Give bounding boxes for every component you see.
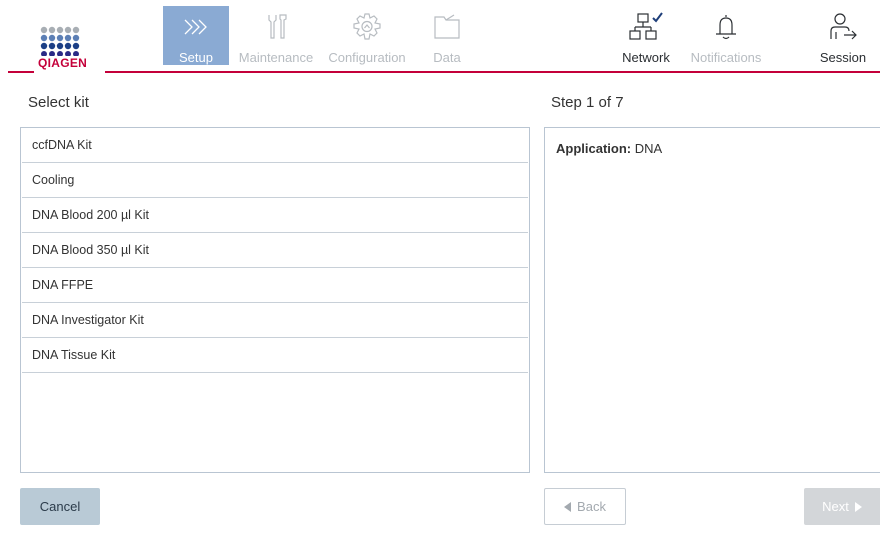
header-divider-left xyxy=(8,71,34,73)
folder-icon xyxy=(434,14,460,39)
tab-configuration[interactable]: Configuration xyxy=(323,6,411,65)
kit-list-item[interactable]: DNA Blood 350 µl Kit xyxy=(22,233,528,268)
kit-details-panel: Application: DNA xyxy=(544,127,880,473)
arrow-right-icon xyxy=(854,501,862,512)
kit-list-item[interactable]: DNA FFPE xyxy=(22,268,528,303)
kit-list: ccfDNA Kit Cooling DNA Blood 200 µl Kit … xyxy=(20,127,530,473)
tab-data-label: Data xyxy=(433,50,461,65)
tools-icon xyxy=(268,14,287,39)
back-button-label: Back xyxy=(577,499,606,514)
tab-session[interactable]: Session xyxy=(808,6,878,65)
kit-list-item[interactable]: DNA Investigator Kit xyxy=(22,303,528,338)
chevrons-right-icon xyxy=(184,19,207,35)
tab-network-label: Network xyxy=(622,50,670,65)
tab-maintenance[interactable]: Maintenance xyxy=(233,6,319,65)
top-bar: QIAGEN Setup Maintenance Configuration D… xyxy=(0,0,880,74)
tab-notifications-label: Notifications xyxy=(690,50,762,65)
back-button[interactable]: Back xyxy=(544,488,626,525)
tab-data[interactable]: Data xyxy=(419,6,475,65)
logo-dots-icon xyxy=(40,26,80,56)
application-value: DNA xyxy=(634,141,663,156)
kit-list-item[interactable]: ccfDNA Kit xyxy=(22,128,528,163)
logo-wordmark: QIAGEN xyxy=(38,56,88,70)
step-indicator: Step 1 of 7 xyxy=(551,94,624,111)
cancel-button-label: Cancel xyxy=(39,499,81,514)
tab-session-label: Session xyxy=(819,50,867,65)
select-kit-heading: Select kit xyxy=(28,94,89,111)
kit-list-item[interactable]: Cooling xyxy=(22,163,528,198)
cancel-button[interactable]: Cancel xyxy=(20,488,100,525)
arrow-left-icon xyxy=(564,501,572,512)
user-logout-icon xyxy=(830,13,857,40)
network-connected-icon xyxy=(629,12,663,40)
qiagen-logo: QIAGEN xyxy=(36,26,100,74)
tab-maintenance-label: Maintenance xyxy=(238,50,314,65)
header-divider-right xyxy=(105,71,880,73)
bell-icon xyxy=(716,15,736,40)
tab-setup[interactable]: Setup xyxy=(163,6,229,65)
tab-network[interactable]: Network xyxy=(614,6,678,65)
next-button[interactable]: Next xyxy=(804,488,880,525)
tab-notifications[interactable]: Notifications xyxy=(684,6,768,65)
gear-icon xyxy=(353,13,381,40)
kit-list-item[interactable]: DNA Tissue Kit xyxy=(22,338,528,373)
tab-setup-label: Setup xyxy=(179,50,213,65)
next-button-label: Next xyxy=(822,499,849,514)
tab-configuration-label: Configuration xyxy=(328,50,406,65)
kit-list-item[interactable]: DNA Blood 200 µl Kit xyxy=(22,198,528,233)
application-line: Application: DNA xyxy=(556,141,662,156)
application-label: Application: xyxy=(556,141,632,156)
